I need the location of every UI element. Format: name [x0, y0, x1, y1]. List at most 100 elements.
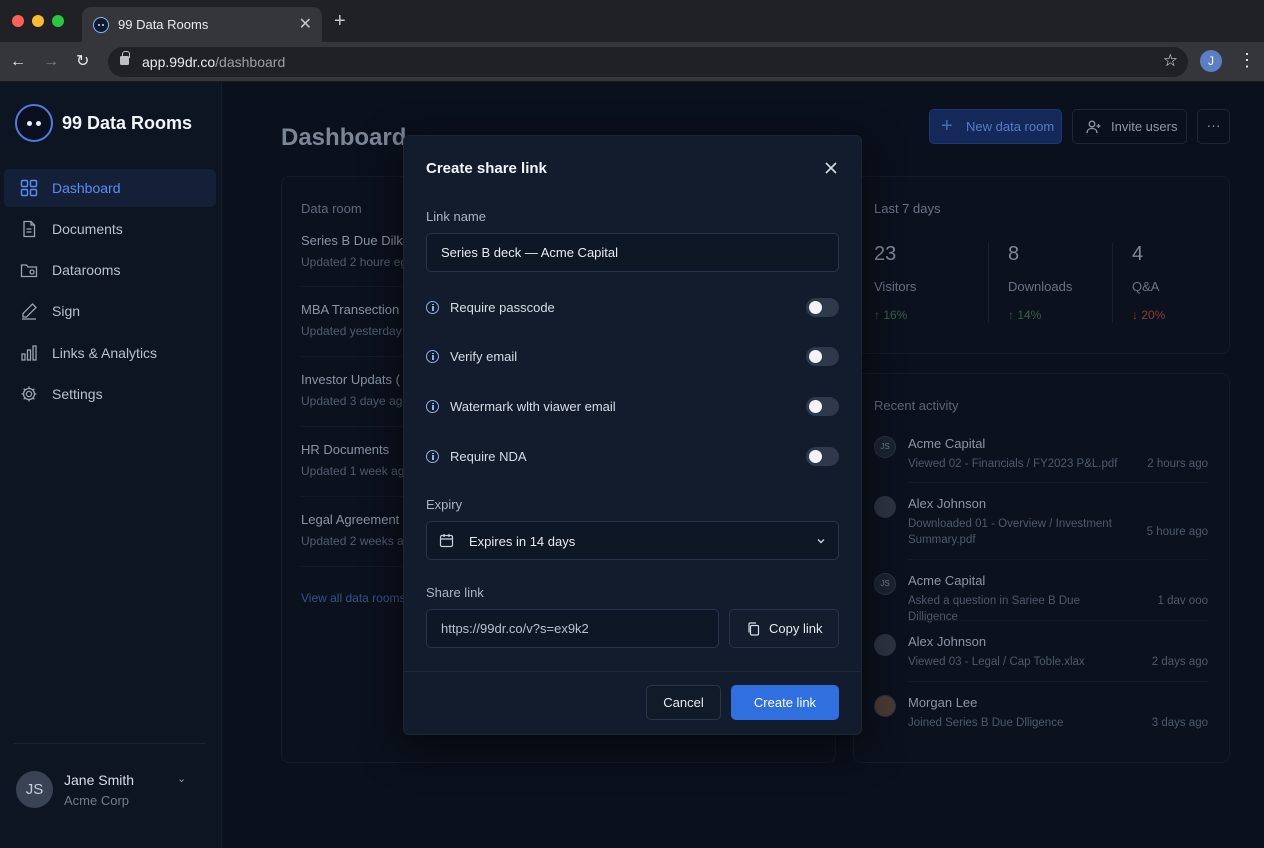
minimize-window-button[interactable] — [32, 15, 44, 27]
share-link-label: Share link — [426, 585, 484, 600]
avatar: JS — [874, 436, 896, 458]
new-data-room-button[interactable]: + New data room — [929, 109, 1062, 144]
stat-label: Downloads — [1008, 279, 1073, 294]
copy-link-button[interactable]: Copy link — [729, 609, 839, 648]
favicon-icon — [93, 17, 109, 33]
browser-tab-strip: 99 Data Rooms ✕ + — [0, 0, 1264, 42]
stat-value: 4 — [1132, 243, 1144, 265]
watermark-toggle[interactable] — [806, 397, 839, 416]
require-nda-toggle[interactable] — [806, 447, 839, 466]
maximize-window-button[interactable] — [52, 15, 64, 27]
divider — [301, 426, 406, 427]
activity-actor: Acme Capital — [908, 573, 986, 588]
address-bar[interactable]: app.99dr.co/dashboard ☆ — [108, 47, 1188, 77]
copy-link-label: Copy link — [769, 621, 823, 636]
divider — [908, 681, 1208, 682]
folder-icon — [20, 264, 38, 278]
divider — [908, 620, 1208, 621]
stat-label: Visitors — [874, 279, 917, 294]
room-updated: Updated 2 weeks ag — [301, 534, 411, 548]
option-label: Watermark wlth viawer email — [450, 399, 616, 414]
expiry-label: Expiry — [426, 497, 463, 512]
option-label: Require NDA — [450, 449, 527, 464]
logo-icon — [15, 104, 53, 142]
info-icon — [426, 350, 439, 363]
link-name-input[interactable]: Series B deck — Acme Capital — [426, 233, 839, 272]
sidebar-item-label: Datarooms — [52, 262, 121, 278]
room-name: Legal Agreement — [301, 512, 400, 527]
activity-heading: Recent activity — [874, 398, 959, 413]
sidebar-item-documents[interactable]: Documents — [4, 210, 216, 248]
sidebar-item-settings[interactable]: Settings — [4, 375, 216, 413]
gear-icon — [21, 386, 37, 402]
stat-value: 8 — [1008, 243, 1020, 265]
forward-icon[interactable]: → — [43, 52, 59, 72]
stats-card: Last 7 days 23 Visitors ↑ 16% 8 Download… — [853, 176, 1230, 354]
cancel-button[interactable]: Cancel — [646, 685, 721, 720]
chevron-down-icon — [817, 539, 825, 544]
view-all-rooms-link[interactable]: View all data rooms — [301, 591, 411, 605]
tab-close-icon[interactable]: ✕ — [299, 14, 312, 34]
create-link-button[interactable]: Create link — [731, 685, 839, 720]
tab-title: 99 Data Rooms — [118, 17, 209, 32]
sidebar: 99 Data Rooms Dashboard Documents Dataro… — [0, 82, 222, 848]
grid-icon — [20, 179, 38, 197]
activity-actor: Morgan Lee — [908, 695, 978, 710]
activity-time: 5 houre ago — [1146, 526, 1208, 538]
plus-icon: + — [941, 115, 953, 137]
option-verify-email: Verify email — [426, 346, 839, 368]
user-plus-icon — [1086, 120, 1101, 134]
sidebar-item-links-analytics[interactable]: Links & Analytics — [4, 334, 216, 372]
bookmark-star-icon[interactable]: ☆ — [1163, 51, 1178, 71]
activity-time: 2 days ago — [1151, 656, 1208, 668]
browser-profile-avatar[interactable]: J — [1200, 50, 1222, 72]
require-passcode-toggle[interactable] — [806, 298, 839, 317]
divider — [301, 496, 406, 497]
sidebar-item-sign[interactable]: Sign — [4, 292, 216, 330]
sidebar-item-label: Links & Analytics — [52, 345, 158, 361]
more-options-button[interactable]: ··· — [1197, 109, 1230, 144]
close-icon[interactable] — [822, 159, 840, 177]
chevron-down-icon[interactable]: ⌄ — [177, 772, 186, 785]
user-avatar[interactable]: JS — [16, 771, 53, 808]
new-data-room-label: New data room — [966, 119, 1055, 134]
stat-label: Q&A — [1132, 279, 1160, 294]
reload-icon[interactable]: ↻ — [76, 52, 89, 72]
room-updated: Updated yesterday — [301, 324, 402, 338]
activity-actor: Alex Johnson — [908, 496, 987, 511]
expiry-select[interactable]: Expires in 14 days — [426, 521, 839, 560]
room-updated: Updated 3 daye ago — [301, 394, 410, 408]
sidebar-item-dashboard[interactable]: Dashboard — [4, 169, 216, 207]
divider — [908, 482, 1208, 483]
list-item[interactable]: Series B Due Dilk Updated 2 houre eg — [301, 233, 411, 269]
avatar — [874, 695, 896, 717]
share-link-field[interactable]: https://99dr.co/v?s=ex9k2 — [426, 609, 719, 648]
recent-activity-card: Recent activity JS Acme Capital Viewed 0… — [853, 373, 1230, 763]
option-watermark: Watermark wlth viawer email — [426, 396, 839, 418]
sidebar-item-datarooms[interactable]: Datarooms — [4, 251, 216, 289]
room-updated: Updated 1 week ago — [301, 464, 411, 478]
expiry-value: Expires in 14 days — [469, 534, 576, 549]
list-item[interactable]: HR Documents Updated 1 week ago — [301, 442, 411, 478]
activity-description: Viewed 02 - Financials / FY2023 P&L.pdf — [908, 458, 1118, 470]
browser-menu-icon[interactable]: ⋮ — [1238, 50, 1256, 70]
divider — [301, 286, 406, 287]
browser-tab[interactable]: 99 Data Rooms ✕ — [82, 7, 322, 42]
list-item[interactable]: Legal Agreement Updated 2 weeks ag — [301, 512, 411, 548]
list-item[interactable]: MBA Transection Updated yesterday — [301, 302, 411, 338]
close-window-button[interactable] — [12, 15, 24, 27]
activity-actor: Acme Capital — [908, 436, 986, 451]
activity-time: 2 hours ago — [1147, 458, 1208, 470]
room-name: Investor Updats ( — [301, 372, 400, 387]
create-share-link-dialog: Create share link Link name Series B dec… — [403, 135, 862, 735]
data-rooms-heading: Data room — [301, 201, 362, 216]
list-item[interactable]: Investor Updats ( Updated 3 daye ago — [301, 372, 411, 408]
divider — [404, 671, 861, 672]
verify-email-toggle[interactable] — [806, 347, 839, 366]
option-require-passcode: Require passcode — [426, 297, 839, 319]
app: 99 Data Rooms Dashboard Documents Dataro… — [0, 82, 1264, 848]
invite-users-button[interactable]: Invite users — [1072, 109, 1187, 144]
new-tab-icon[interactable]: + — [334, 11, 346, 31]
dialog-title: Create share link — [426, 160, 547, 177]
back-icon[interactable]: ← — [10, 52, 26, 72]
